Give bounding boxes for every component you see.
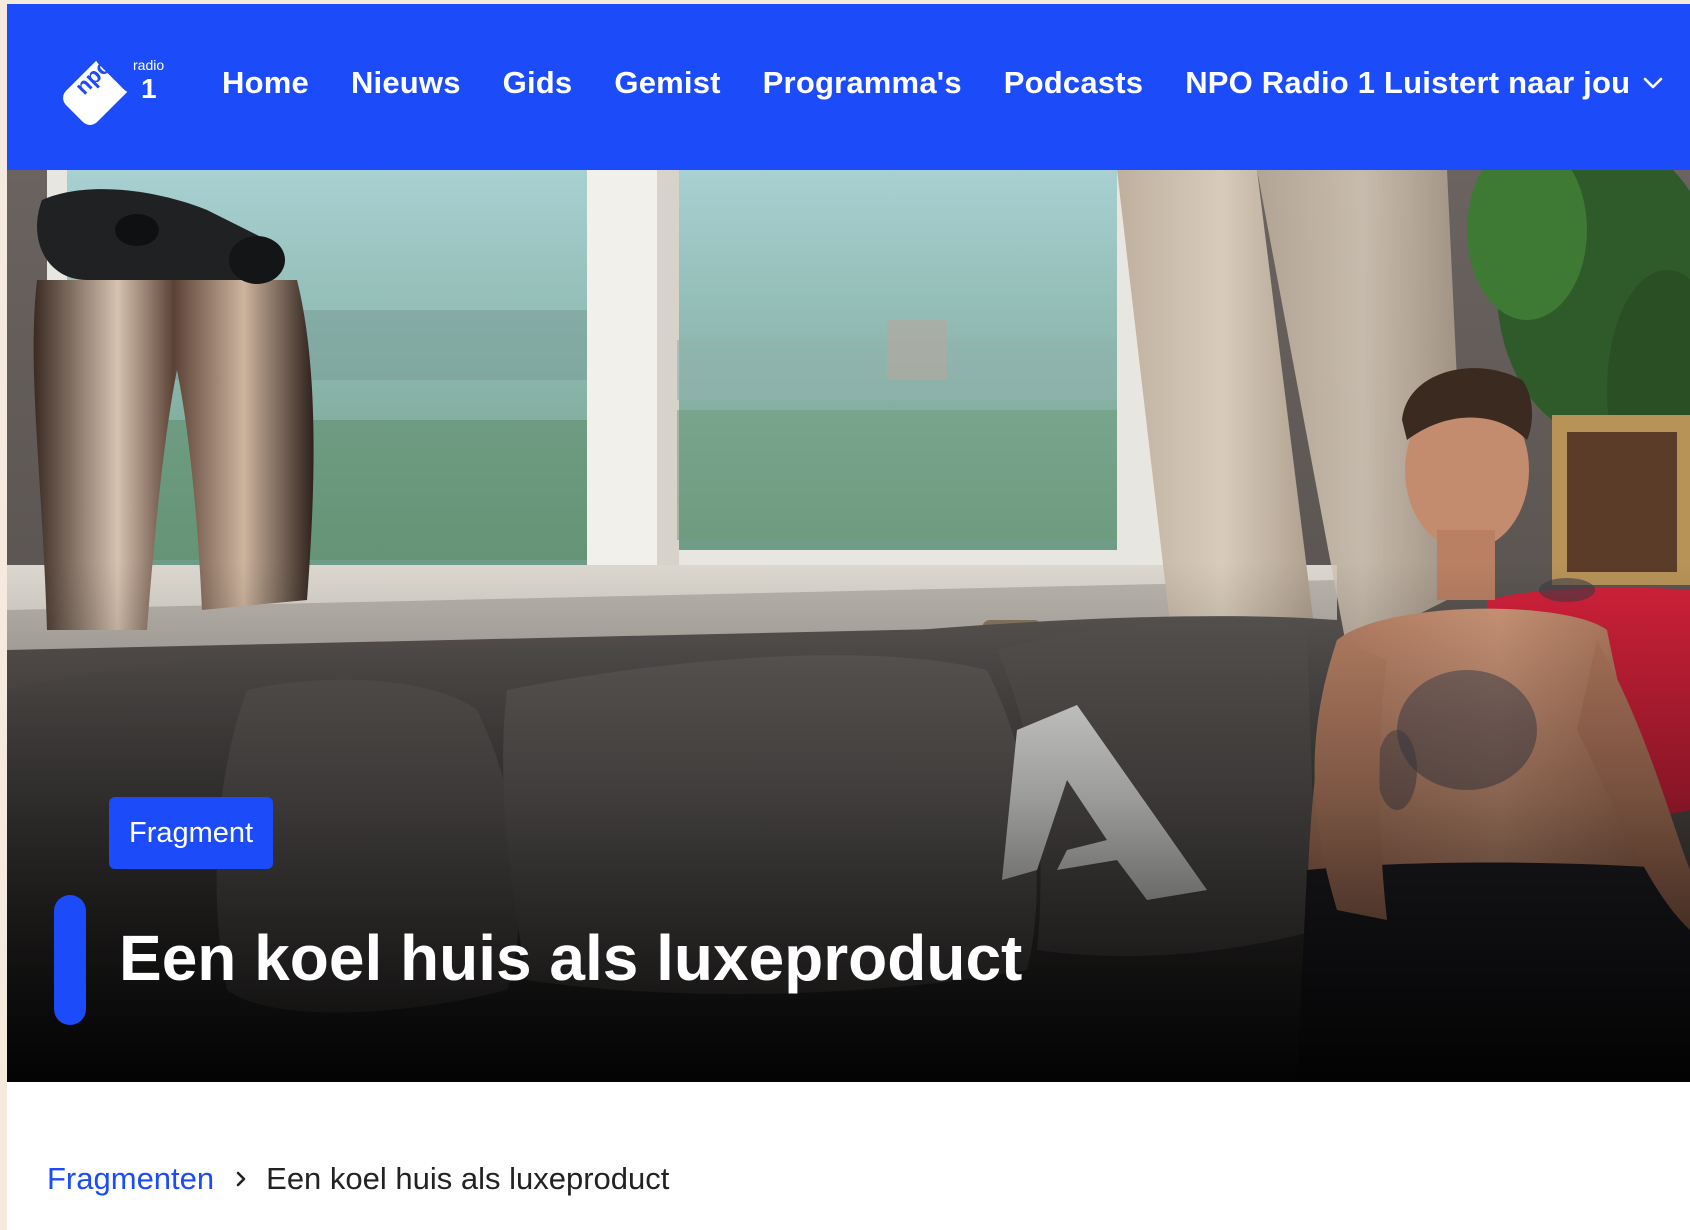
nav-item-gids[interactable]: Gids	[503, 65, 573, 101]
hero: Fragment Een koel huis als luxeproduct	[7, 170, 1690, 1082]
logo-icon: npo radio 1	[63, 29, 164, 125]
main-menu: Home Nieuws Gids Gemist Programma's Podc…	[222, 59, 1664, 107]
nav-item-nieuws[interactable]: Nieuws	[351, 65, 461, 101]
npo-radio-1-logo[interactable]: npo radio 1	[45, 29, 175, 126]
chevron-down-icon	[1643, 77, 1663, 89]
chevron-right-icon	[236, 1171, 246, 1187]
nav-item-podcasts[interactable]: Podcasts	[1004, 65, 1143, 101]
nav-item-home[interactable]: Home	[222, 65, 309, 101]
logo-text-number: 1	[141, 73, 157, 104]
breadcrumb-link-fragmenten[interactable]: Fragmenten	[47, 1161, 214, 1197]
category-badge: Fragment	[109, 797, 274, 869]
logo-text-radio: radio	[133, 57, 164, 73]
title-accent-bar	[54, 895, 86, 1025]
page: npo radio 1 Home Nieuws Gids Gemist Prog…	[7, 4, 1690, 1230]
top-navigation: npo radio 1 Home Nieuws Gids Gemist Prog…	[7, 4, 1690, 170]
nav-item-luistert-naar-jou[interactable]: NPO Radio 1 Luistert naar jou	[1185, 65, 1664, 101]
page-title: Een koel huis als luxeproduct	[119, 922, 1023, 994]
breadcrumb-current: Een koel huis als luxeproduct	[266, 1161, 670, 1196]
nav-item-programmas[interactable]: Programma's	[763, 65, 962, 101]
nav-item-luistert-naar-jou-label: NPO Radio 1 Luistert naar jou	[1185, 65, 1631, 100]
nav-item-gemist[interactable]: Gemist	[614, 65, 720, 101]
breadcrumb: Fragmenten Een koel huis als luxeproduct	[47, 1161, 669, 1197]
